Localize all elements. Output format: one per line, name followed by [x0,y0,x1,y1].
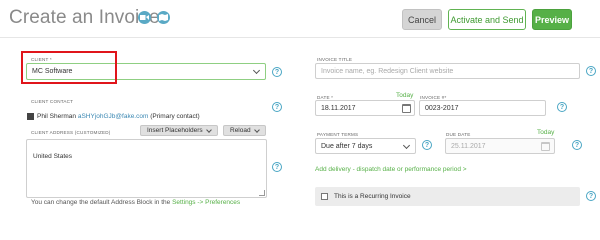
invoice-title-label: INVOICE TITLE [317,57,353,62]
address-footnote: You can change the default Address Block… [31,199,240,206]
recurring-invoice-row[interactable]: This is a Recurring Invoice [315,187,580,206]
client-highlight-box [21,51,117,84]
recurring-invoice-checkbox[interactable] [321,193,328,200]
contact-suffix: (Primary contact) [150,113,200,120]
client-contact-label: CLIENT CONTACT [31,99,74,104]
date-input[interactable]: 18.11.2017 [315,100,415,116]
client-contact-checkbox[interactable] [27,113,34,120]
due-date-value: 25.11.2017 [451,142,486,150]
contact-name: Phil Sherman [37,113,77,120]
invoice-number-input[interactable]: 0023-2017 [419,100,546,116]
map-icon[interactable] [157,11,170,24]
client-address-value: United States [33,153,73,160]
chevron-down-icon [254,127,260,133]
invoice-title-input[interactable]: Invoice name, eg. Redesign Client websit… [315,63,580,79]
payment-terms-value: Due after 7 days [321,142,373,150]
client-address-textarea[interactable]: United States [26,139,267,198]
preview-button[interactable]: Preview [532,9,572,30]
date-value: 18.11.2017 [321,104,356,112]
add-delivery-link[interactable]: Add delivery - dispatch date or performa… [315,166,467,173]
payment-terms-select[interactable]: Due after 7 days [315,138,416,154]
resize-grip-icon[interactable] [259,190,265,196]
due-date-today-link[interactable]: Today [537,129,554,136]
reload-label: Reload [230,127,251,134]
recurring-invoice-label: This is a Recurring Invoice [334,193,411,200]
settings-preferences-link[interactable]: Settings -> Preferences [172,199,240,206]
client-contact-text: Phil Sherman aSHYjohGJb@fake.com (Primar… [37,113,200,120]
calendar-icon[interactable] [402,104,411,113]
contact-email-link[interactable]: aSHYjohGJb@fake.com [78,113,149,120]
cancel-button[interactable]: Cancel [402,9,442,30]
help-icon[interactable]: ? [572,140,582,150]
chevron-down-icon [252,66,261,75]
client-address-label: CLIENT ADDRESS (CUSTOMIZED) [31,130,111,135]
insert-placeholders-label: Insert Placeholders [147,127,203,134]
help-icon[interactable]: ? [272,102,282,112]
chevron-down-icon [402,141,411,150]
help-icon[interactable]: ? [272,162,282,172]
activate-and-send-button[interactable]: Activate and Send [448,9,526,30]
help-icon[interactable]: ? [586,191,596,201]
invoice-title-placeholder: Invoice name, eg. Redesign Client websit… [321,67,454,75]
payment-terms-label: PAYMENT TERMS [317,132,359,137]
help-icon[interactable]: ? [422,140,432,150]
calendar-icon[interactable] [541,142,550,151]
chevron-down-icon [206,127,212,133]
video-camera-icon[interactable] [138,11,151,24]
help-icon[interactable]: ? [272,67,282,77]
help-icon[interactable]: ? [586,66,596,76]
footnote-text: You can change the default Address Block… [31,199,171,206]
date-today-link[interactable]: Today [396,92,413,99]
due-date-label: DUE DATE [446,132,471,137]
page-header: Create an Invoice Cancel Activate and Se… [0,0,600,38]
invoice-number-value: 0023-2017 [425,104,459,112]
help-icon[interactable]: ? [557,102,567,112]
due-date-input[interactable]: 25.11.2017 [445,138,555,154]
insert-placeholders-button[interactable]: Insert Placeholders [140,125,218,136]
reload-button[interactable]: Reload [223,125,266,136]
